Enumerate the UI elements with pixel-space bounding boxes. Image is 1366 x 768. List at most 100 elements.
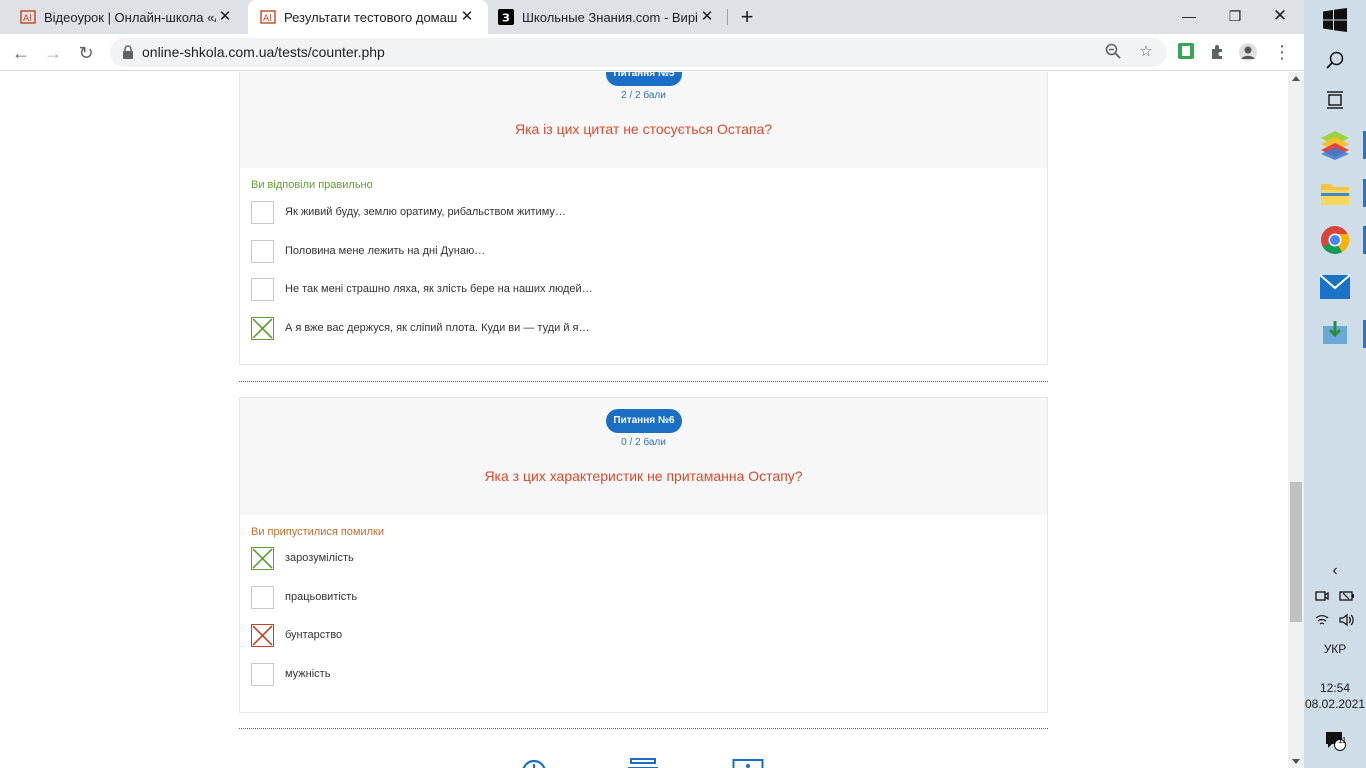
svg-text:З: З — [502, 12, 510, 25]
minimize-icon[interactable]: — — [1175, 4, 1203, 28]
contact-card-icon[interactable] — [732, 758, 764, 768]
file-explorer-icon[interactable] — [1304, 178, 1366, 208]
tab-videourok[interactable]: Al Відеоурок | Онлайн-школа «Альтернатив… — [0, 0, 246, 34]
question-card-5: Питання №5 2 / 2 бали Яка із цих цитат н… — [239, 72, 1048, 365]
answer-option[interactable]: бунтарство — [251, 623, 342, 647]
restore-icon[interactable]: ❐ — [1221, 4, 1249, 28]
chevron-left-icon[interactable]: ‹ — [1304, 562, 1366, 580]
new-tab-icon[interactable]: + — [737, 6, 757, 28]
answer-option[interactable]: А я вже вас держуся, як сліпий плота. Ку… — [251, 316, 589, 340]
scrollbar-thumb[interactable] — [1290, 482, 1302, 622]
close-icon[interactable]: ✕ — [216, 8, 234, 26]
answer-option[interactable]: Не так мені страшно ляха, як злість бере… — [251, 277, 593, 301]
option-checkbox[interactable] — [251, 277, 274, 301]
cross-mark-icon — [252, 624, 273, 646]
tab-title: Школьные Знания.com - Вирішуй — [522, 9, 698, 25]
section-divider — [239, 728, 1048, 729]
option-label: Не так мені страшно ляха, як злість бере… — [285, 283, 593, 295]
close-icon[interactable]: ✕ — [458, 8, 476, 26]
svg-text:Al: Al — [263, 14, 272, 24]
tab-title: Результати тестового домашнього завдання — [284, 9, 458, 25]
question-card-6: Питання №6 0 / 2 бали Яка з цих характер… — [239, 397, 1048, 713]
page-viewport: Питання №5 2 / 2 бали Яка із цих цитат н… — [0, 72, 1288, 768]
input-language[interactable]: УКР — [1304, 642, 1366, 656]
bookmark-star-icon[interactable]: ☆ — [1137, 43, 1155, 61]
cross-mark-icon — [252, 547, 273, 569]
option-label: мужність — [285, 668, 331, 680]
notification-center-icon[interactable]: 11 — [1304, 728, 1366, 752]
extension-icon[interactable] — [1176, 42, 1196, 62]
scroll-up-icon[interactable] — [1292, 76, 1300, 81]
svg-text:Al: Al — [23, 14, 32, 24]
answer-status: Ви відповіли правильно — [251, 179, 373, 191]
vertical-scrollbar[interactable] — [1288, 72, 1304, 768]
znanija-favicon-icon: З — [498, 9, 514, 25]
tab-separator — [727, 9, 728, 25]
zoom-icon[interactable] — [1104, 43, 1122, 61]
question-header: Питання №5 2 / 2 бали Яка із цих цитат н… — [240, 72, 1047, 168]
site-favicon-icon: Al — [20, 9, 36, 25]
scroll-down-icon[interactable] — [1292, 759, 1300, 764]
bluestacks-icon[interactable] — [1304, 128, 1366, 162]
tray-icons — [1304, 588, 1366, 604]
puzzle-extensions-icon[interactable] — [1208, 42, 1228, 62]
clock-icon[interactable] — [520, 758, 548, 768]
option-checkbox[interactable] — [251, 585, 274, 609]
chrome-icon[interactable] — [1304, 224, 1366, 256]
option-checkbox-correct[interactable] — [251, 316, 274, 340]
clock-time[interactable]: 12:54 — [1304, 681, 1366, 695]
answer-option[interactable]: зарозумілість — [251, 546, 354, 570]
option-checkbox[interactable] — [251, 662, 274, 686]
option-checkbox[interactable] — [251, 200, 274, 224]
windows-start-icon[interactable] — [1304, 6, 1366, 34]
question-number-badge: Питання №6 — [606, 409, 682, 433]
option-checkbox-correct[interactable] — [251, 546, 274, 570]
wifi-icon[interactable] — [1315, 613, 1329, 627]
downloader-app-icon[interactable] — [1304, 318, 1366, 348]
option-checkbox-wrong[interactable] — [251, 623, 274, 647]
meet-now-icon[interactable] — [1315, 589, 1329, 603]
printer-icon[interactable] — [627, 758, 659, 768]
question-header: Питання №6 0 / 2 бали Яка з цих характер… — [240, 398, 1047, 515]
option-checkbox[interactable] — [251, 239, 274, 263]
answer-option[interactable]: працьовитість — [251, 585, 357, 609]
url-text: online-shkola.com.ua/tests/counter.php — [142, 44, 385, 60]
question-text: Яка із цих цитат не стосується Остапа? — [514, 121, 773, 137]
answer-status: Ви припустилися помилки — [251, 526, 385, 538]
tab-strip: Al Відеоурок | Онлайн-школа «Альтернатив… — [0, 0, 1304, 34]
search-icon[interactable] — [1304, 48, 1366, 72]
option-label: бунтарство — [285, 629, 343, 641]
profile-avatar-icon[interactable] — [1238, 42, 1258, 62]
question-text: Яка з цих характеристик не притаманна Ос… — [484, 468, 803, 484]
back-icon[interactable]: ← — [10, 42, 32, 64]
volume-icon[interactable] — [1339, 613, 1355, 627]
tab-results[interactable]: Al Результати тестового домашнього завда… — [248, 0, 488, 34]
task-view-icon[interactable] — [1304, 88, 1366, 112]
question-score: 2 / 2 бали — [621, 90, 666, 101]
close-window-icon[interactable]: ✕ — [1266, 4, 1294, 28]
answer-option[interactable]: мужність — [251, 662, 330, 686]
lock-icon — [123, 45, 133, 59]
notification-count: 11 — [1338, 736, 1347, 745]
close-icon[interactable]: ✕ — [698, 8, 716, 26]
clock-date[interactable]: 08.02.2021 — [1304, 697, 1366, 711]
cross-mark-icon — [252, 317, 273, 339]
address-bar[interactable]: online-shkola.com.ua/tests/counter.php ☆ — [110, 38, 1167, 67]
answer-option[interactable]: Як живий буду, землю оратиму, рибальство… — [251, 200, 566, 224]
answer-option[interactable]: Половина мене лежить на дні Дунаю… — [251, 239, 485, 263]
tab-znanija[interactable]: З Школьные Знания.com - Вирішуй ✕ — [488, 0, 728, 34]
question-number-badge: Питання №5 — [606, 72, 682, 86]
reload-icon[interactable]: ↻ — [75, 42, 97, 64]
question-score: 0 / 2 бали — [621, 437, 666, 448]
mail-icon[interactable] — [1304, 272, 1366, 302]
tab-title: Відеоурок | Онлайн-школа «Альтернатива» — [44, 9, 216, 25]
option-label: працьовитість — [285, 591, 358, 603]
tray-icons-2 — [1304, 612, 1366, 628]
menu-kebab-icon[interactable]: ⋮ — [1272, 42, 1292, 62]
option-label: Як живий буду, землю оратиму, рибальство… — [285, 206, 566, 218]
forward-icon[interactable]: → — [42, 42, 64, 64]
option-label: зарозумілість — [285, 552, 354, 564]
option-label: А я вже вас держуся, як сліпий плота. Ку… — [285, 322, 590, 334]
option-label: Половина мене лежить на дні Дунаю… — [285, 245, 486, 257]
battery-icon[interactable] — [1339, 590, 1355, 602]
